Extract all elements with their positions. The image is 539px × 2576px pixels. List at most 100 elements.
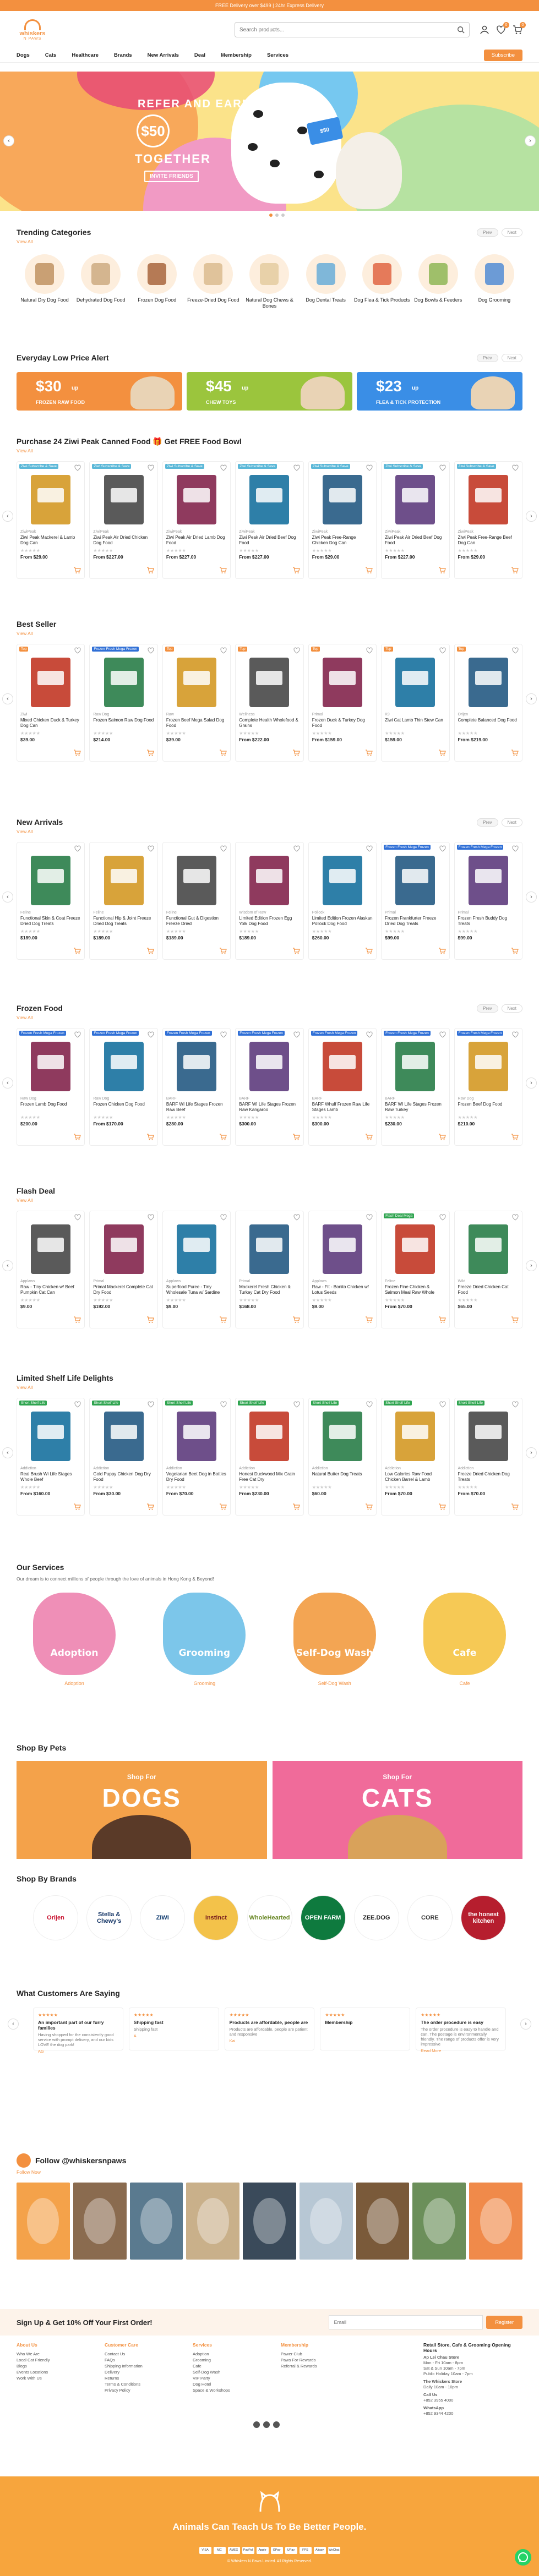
product-image[interactable]: [395, 1042, 435, 1091]
product-name[interactable]: Complete Health Wholefood & Grains: [239, 718, 300, 729]
product-image[interactable]: [177, 1412, 217, 1461]
product-name[interactable]: Limited Edition Frozen Alaskan Pollock D…: [312, 916, 373, 927]
category-card[interactable]: Dog Flea & Tick Products: [354, 254, 410, 309]
row-prev-button[interactable]: ‹: [2, 1260, 13, 1271]
footer-link[interactable]: Space & Workshops: [193, 2387, 259, 2393]
product-name[interactable]: Freeze Dried Chicken Cat Food: [458, 1284, 519, 1295]
product-image[interactable]: [104, 856, 144, 905]
heart-icon[interactable]: [148, 1214, 154, 1221]
view-all-link[interactable]: View All: [0, 1197, 539, 1203]
row-next-button[interactable]: ›: [526, 1078, 537, 1089]
add-to-cart-icon[interactable]: [511, 566, 519, 574]
heart-icon[interactable]: [366, 464, 373, 471]
product-name[interactable]: Functional Gut & Digestion Freeze Dried: [166, 916, 227, 927]
product-name[interactable]: Frozen Beef Dog Food: [458, 1102, 519, 1113]
product-card[interactable]: Frozen Fresh Mega Frozen Primal Frozen Fra…: [381, 842, 450, 960]
product-card[interactable]: Short Shelf Life Addiction Gold Puppy Chic…: [89, 1398, 158, 1516]
heart-icon[interactable]: [439, 1031, 446, 1038]
footer-link[interactable]: Terms & Conditions: [105, 2381, 171, 2387]
email-input[interactable]: [329, 2315, 483, 2329]
add-to-cart-icon[interactable]: [292, 566, 300, 574]
reviews-prev-button[interactable]: ‹: [8, 2019, 19, 2030]
instagram-post[interactable]: [299, 2183, 353, 2260]
product-name[interactable]: Frozen Salmon Raw Dog Food: [93, 718, 154, 729]
product-image[interactable]: [31, 1042, 71, 1091]
product-card[interactable]: Primal Primal Mackerel Complete Cat Dry F…: [89, 1211, 158, 1328]
product-image[interactable]: [104, 1042, 144, 1091]
product-name[interactable]: BARF WI Life Stages Frozen Raw Turkey: [385, 1102, 445, 1113]
prev-button[interactable]: Prev: [477, 353, 498, 362]
heart-icon[interactable]: [512, 1401, 519, 1408]
product-image[interactable]: [322, 1412, 362, 1461]
cart-button[interactable]: 0: [513, 22, 526, 35]
product-card[interactable]: Ziwi Subscribe & Save ZiwiPeak Ziwi Peak F…: [454, 461, 522, 579]
instagram-icon[interactable]: [253, 2421, 260, 2428]
brand-logo[interactable]: Instinct: [193, 1895, 239, 1940]
heart-icon[interactable]: [74, 647, 81, 654]
heart-icon[interactable]: [148, 1031, 154, 1038]
view-all-link[interactable]: View All: [0, 1015, 539, 1020]
add-to-cart-icon[interactable]: [365, 566, 373, 574]
add-to-cart-icon[interactable]: [365, 749, 373, 757]
product-name[interactable]: Functional Skin & Coat Freeze Dried Dog …: [20, 916, 81, 927]
add-to-cart-icon[interactable]: [219, 566, 227, 574]
add-to-cart-icon[interactable]: [438, 947, 446, 955]
product-card[interactable]: Applaws Raw - Fit - Bonito Chicken w/ Lot…: [308, 1211, 377, 1328]
add-to-cart-icon[interactable]: [292, 1316, 300, 1323]
heart-icon[interactable]: [293, 845, 300, 852]
product-name[interactable]: Frozen Beef Mega Salad Dog Food: [166, 718, 227, 729]
footer-link[interactable]: Blogs: [17, 2363, 83, 2369]
add-to-cart-icon[interactable]: [73, 1133, 81, 1141]
product-image[interactable]: [249, 658, 290, 707]
add-to-cart-icon[interactable]: [292, 947, 300, 955]
hero-prev-button[interactable]: ‹: [3, 135, 14, 146]
whatsapp-chat-button[interactable]: [515, 2549, 531, 2566]
add-to-cart-icon[interactable]: [438, 1133, 446, 1141]
nav-healthcare[interactable]: Healthcare: [72, 52, 99, 58]
heart-icon[interactable]: [293, 647, 300, 654]
category-card[interactable]: Frozen Dog Food: [129, 254, 185, 309]
heart-icon[interactable]: [220, 1031, 227, 1038]
product-image[interactable]: [31, 1224, 71, 1274]
instagram-post[interactable]: [356, 2183, 410, 2260]
product-image[interactable]: [31, 856, 71, 905]
heart-icon[interactable]: [74, 464, 81, 471]
product-image[interactable]: [468, 1042, 508, 1091]
product-name[interactable]: Ziwi Peak Air Dried Beef Dog Food: [385, 535, 445, 546]
product-card[interactable]: Applaws Raw - Tiny Chicken w/ Beef Pumpki…: [17, 1211, 85, 1328]
prev-button[interactable]: Prev: [477, 818, 498, 827]
add-to-cart-icon[interactable]: [73, 566, 81, 574]
product-card[interactable]: Frozen Fresh Mega Frozen Raw Dog Frozen Be…: [454, 1028, 522, 1146]
product-image[interactable]: [249, 1042, 290, 1091]
product-name[interactable]: Honest Duckwood Mix Grain Free Cat Dry: [239, 1472, 300, 1483]
product-card[interactable]: Top K9 Ziwi Cat Lamb Thin Stew Can ★★★★★ $15…: [381, 644, 450, 762]
product-card[interactable]: Pollock Limited Edition Frozen Alaskan Po…: [308, 842, 377, 960]
heart-icon[interactable]: [512, 647, 519, 654]
product-card[interactable]: Top Ziwi Mixed Chicken Duck & Turkey Dog C…: [17, 644, 85, 762]
product-image[interactable]: [322, 856, 362, 905]
product-card[interactable]: Short Shelf Life Addiction Real Brush Wi L…: [17, 1398, 85, 1516]
heart-icon[interactable]: [148, 1401, 154, 1408]
product-image[interactable]: [322, 475, 362, 524]
nav-new-arrivals[interactable]: New Arrivals: [148, 52, 179, 58]
add-to-cart-icon[interactable]: [219, 1503, 227, 1511]
product-name[interactable]: Frozen Fine Chicken & Salmon Meal Raw Wh…: [385, 1284, 445, 1295]
product-name[interactable]: Vegetarian Beet Dog in Bottles Dry Food: [166, 1472, 227, 1483]
add-to-cart-icon[interactable]: [292, 1503, 300, 1511]
product-name[interactable]: Ziwi Peak Air Dried Chicken Dog Food: [93, 535, 154, 546]
product-card[interactable]: Short Shelf Life Addiction Honest Duckwood…: [235, 1398, 304, 1516]
row-next-button[interactable]: ›: [526, 693, 537, 704]
heart-icon[interactable]: [439, 647, 446, 654]
product-card[interactable]: Frozen Fresh Mega Frozen Raw Dog Frozen La…: [17, 1028, 85, 1146]
heart-icon[interactable]: [74, 845, 81, 852]
heart-icon[interactable]: [74, 1401, 81, 1408]
service-card[interactable]: Grooming Grooming: [163, 1593, 246, 1686]
product-card[interactable]: Feline Functional Skin & Coat Freeze Drie…: [17, 842, 85, 960]
brand-logo[interactable]: Orijen: [33, 1895, 78, 1940]
view-all-link[interactable]: View All: [0, 631, 539, 636]
add-to-cart-icon[interactable]: [438, 749, 446, 757]
footer-link[interactable]: Cafe: [193, 2363, 259, 2369]
product-image[interactable]: [31, 1412, 71, 1461]
brand-logo[interactable]: WholeHearted: [247, 1895, 292, 1940]
product-image[interactable]: [395, 1412, 435, 1461]
